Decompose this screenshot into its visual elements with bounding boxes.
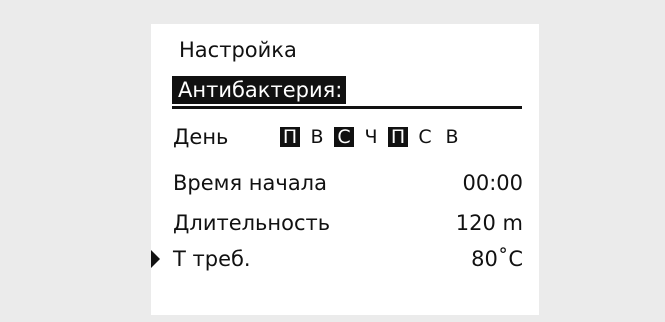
start-time-label[interactable]: Время начала bbox=[173, 170, 327, 196]
day-friday[interactable]: П bbox=[388, 127, 408, 147]
start-time-value[interactable]: 00:00 bbox=[462, 170, 523, 196]
day-wednesday[interactable]: С bbox=[334, 127, 354, 147]
triangle-right-icon bbox=[151, 250, 160, 268]
day-monday[interactable]: П bbox=[280, 127, 300, 147]
duration-label[interactable]: Длительность bbox=[173, 210, 330, 236]
day-thursday[interactable]: Ч bbox=[358, 124, 384, 150]
days-label: День bbox=[173, 125, 229, 149]
duration-value[interactable]: 120 m bbox=[456, 210, 523, 236]
target-temp-value[interactable]: 80˚C bbox=[471, 246, 523, 272]
submenu-underline bbox=[172, 106, 522, 109]
menu-title: Настройка bbox=[179, 38, 297, 62]
days-selector: П В С Ч П С В bbox=[277, 124, 465, 150]
target-temp-label[interactable]: Т треб. bbox=[173, 246, 251, 272]
day-sunday[interactable]: В bbox=[439, 124, 465, 150]
controller-display: Настройка Антибактерия: День П В С Ч П С… bbox=[151, 24, 539, 315]
submenu-title-highlight: Антибактерия: bbox=[172, 76, 347, 104]
day-saturday[interactable]: С bbox=[412, 124, 438, 150]
day-tuesday[interactable]: В bbox=[304, 124, 330, 150]
